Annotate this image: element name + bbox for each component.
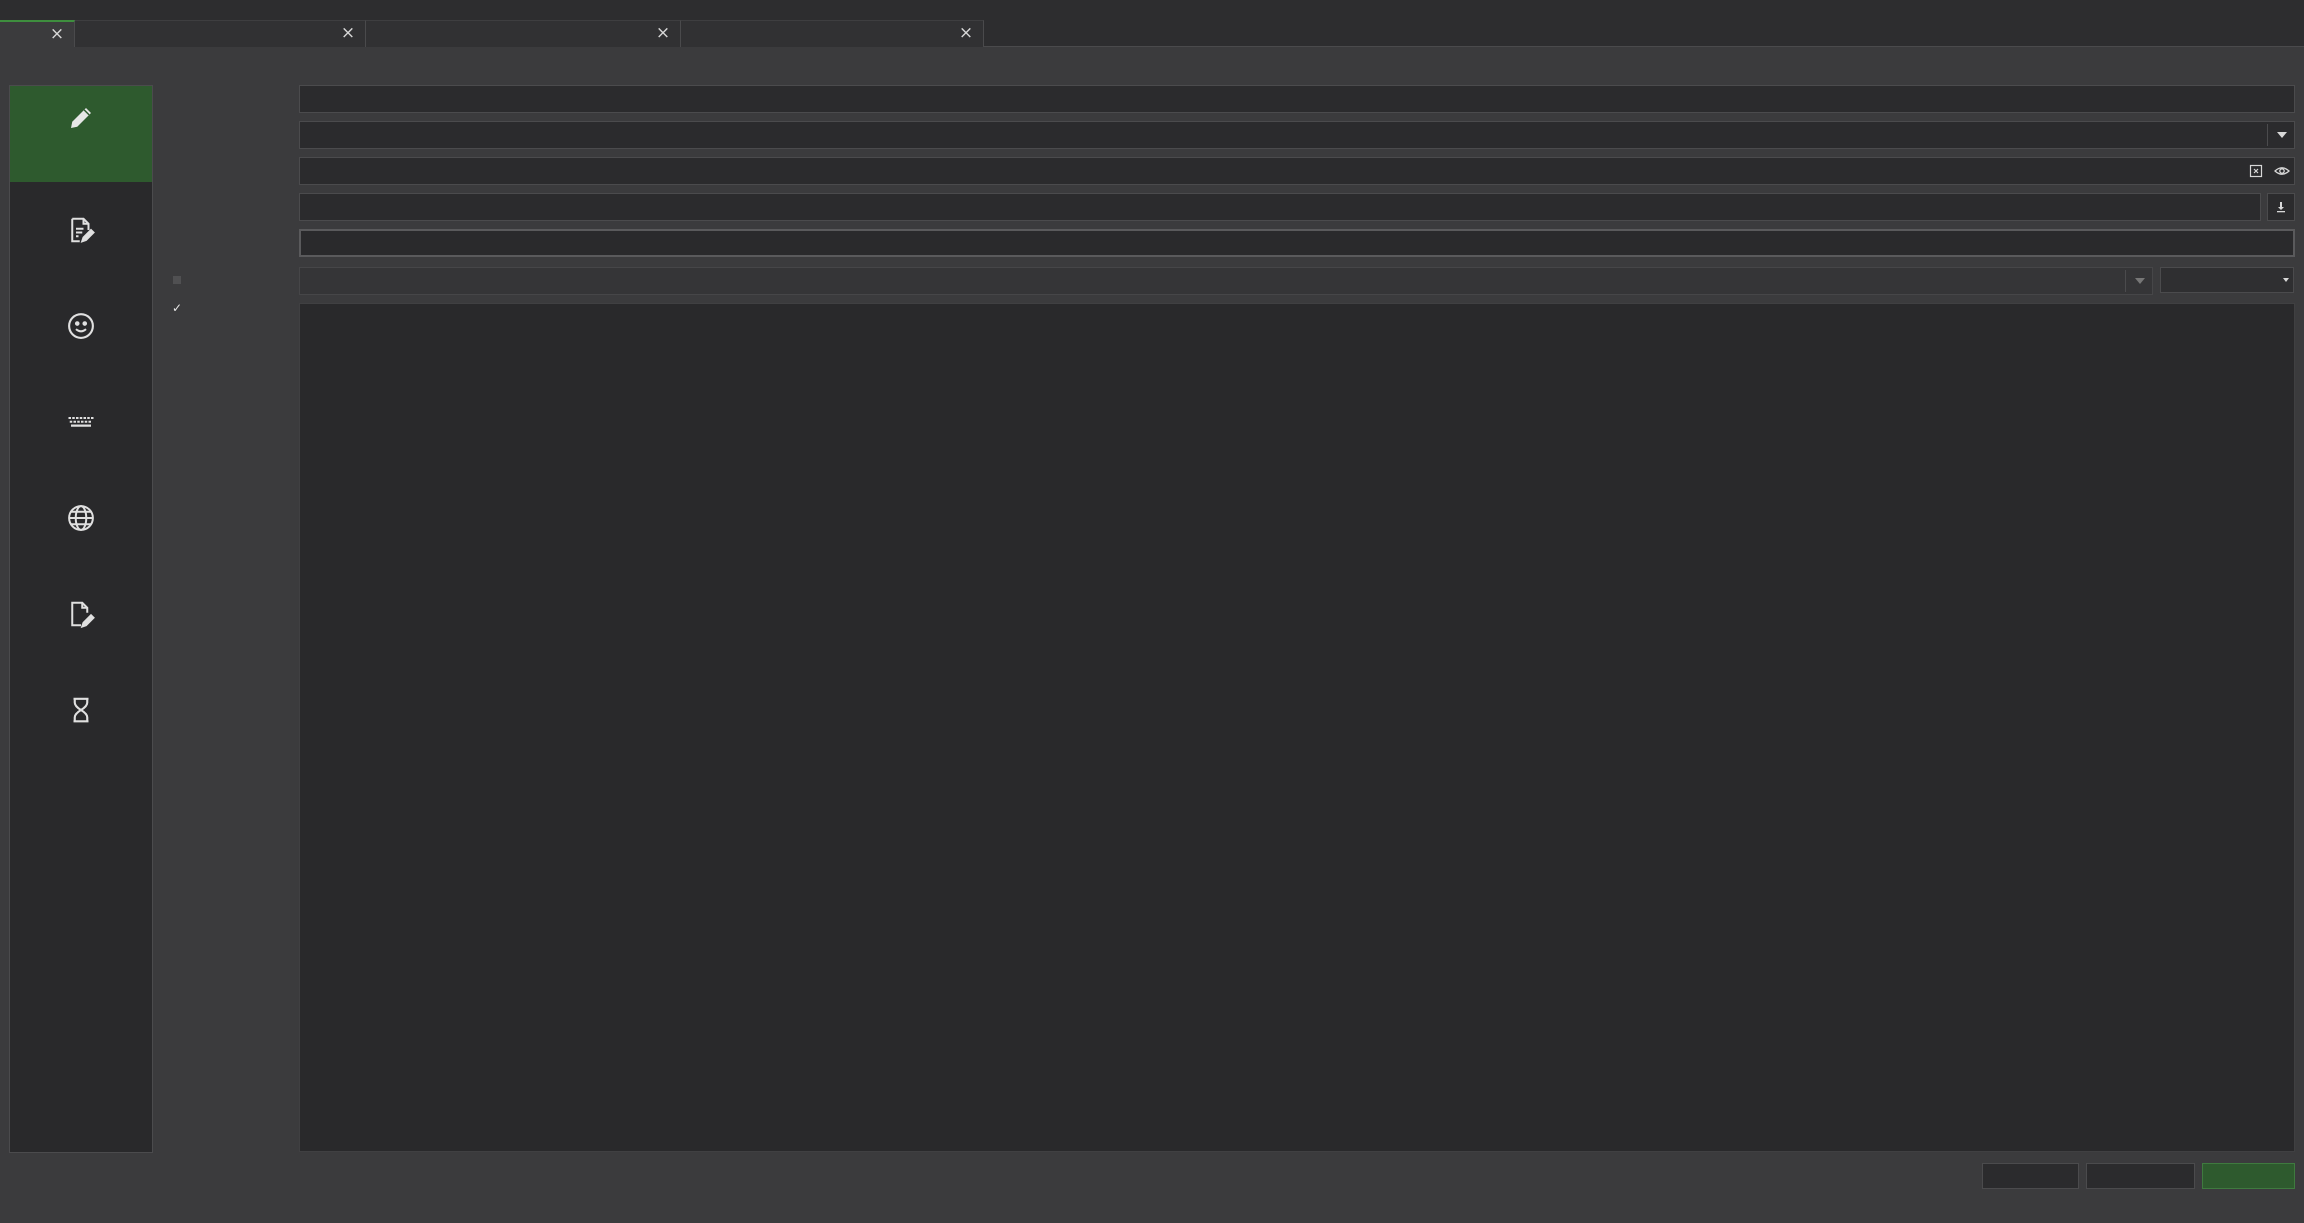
sidebar-item-document[interactable] [10, 182, 152, 278]
sidebar-item-emoji[interactable] [10, 278, 152, 374]
text-field-1[interactable] [299, 85, 2295, 113]
close-icon[interactable]: × [957, 23, 975, 43]
sidebar-item-edit[interactable] [10, 86, 152, 182]
download-icon [2277, 202, 2285, 213]
keyboard-icon [68, 417, 94, 427]
content-textarea[interactable] [299, 303, 2295, 1152]
checkmark-icon: ✓ [171, 301, 183, 315]
dialog-button-1[interactable] [1982, 1163, 2079, 1189]
dropdown-button[interactable] [2128, 268, 2152, 294]
document-edit-icon [71, 217, 95, 243]
tab-2[interactable]: × [75, 20, 366, 47]
sidebar-item-file-edit[interactable] [10, 566, 152, 662]
dialog-button-primary[interactable] [2202, 1163, 2295, 1189]
hourglass-icon [73, 697, 89, 723]
divider [2267, 124, 2268, 146]
smiley-icon [68, 313, 94, 339]
eye-icon [2274, 167, 2290, 175]
small-select[interactable] [2160, 267, 2294, 293]
show-password-button[interactable] [2270, 158, 2294, 184]
sidebar-item-keyboard[interactable] [10, 374, 152, 470]
dialog-button-2[interactable] [2086, 1163, 2195, 1189]
close-icon[interactable]: × [48, 24, 66, 44]
file-edit-icon [71, 601, 95, 629]
close-icon[interactable]: × [339, 23, 357, 43]
option-checkbox-1[interactable] [170, 273, 184, 287]
clear-field-button[interactable] [2244, 158, 2268, 184]
dropdown-button[interactable] [2270, 122, 2294, 148]
globe-icon [68, 505, 94, 531]
password-field[interactable] [299, 157, 2295, 185]
chevron-down-icon [2283, 278, 2289, 282]
tab-1[interactable]: × [0, 20, 75, 47]
option-checkbox-2[interactable]: ✓ [170, 301, 184, 315]
close-icon[interactable]: × [654, 23, 672, 43]
focused-input[interactable] [299, 229, 2295, 257]
download-button[interactable] [2267, 193, 2295, 221]
download-icon-wrap [2269, 194, 2293, 220]
combo-field[interactable] [299, 121, 2295, 149]
sidebar-item-language[interactable] [10, 470, 152, 566]
app-window: × × × × ✓ [0, 0, 2304, 1223]
pencil-icon [71, 108, 91, 128]
chevron-down-icon [2277, 132, 2287, 138]
tab-bar: × × × × [0, 0, 2304, 47]
tab-4[interactable]: × [681, 20, 984, 47]
clear-icon [2249, 164, 2263, 178]
sidebar-item-timer[interactable] [10, 662, 152, 758]
path-field[interactable] [299, 193, 2261, 221]
chevron-down-icon [2135, 278, 2145, 284]
tab-3[interactable]: × [366, 20, 681, 47]
sidebar [9, 85, 153, 1153]
disabled-select[interactable] [299, 267, 2153, 295]
divider [2125, 270, 2126, 292]
